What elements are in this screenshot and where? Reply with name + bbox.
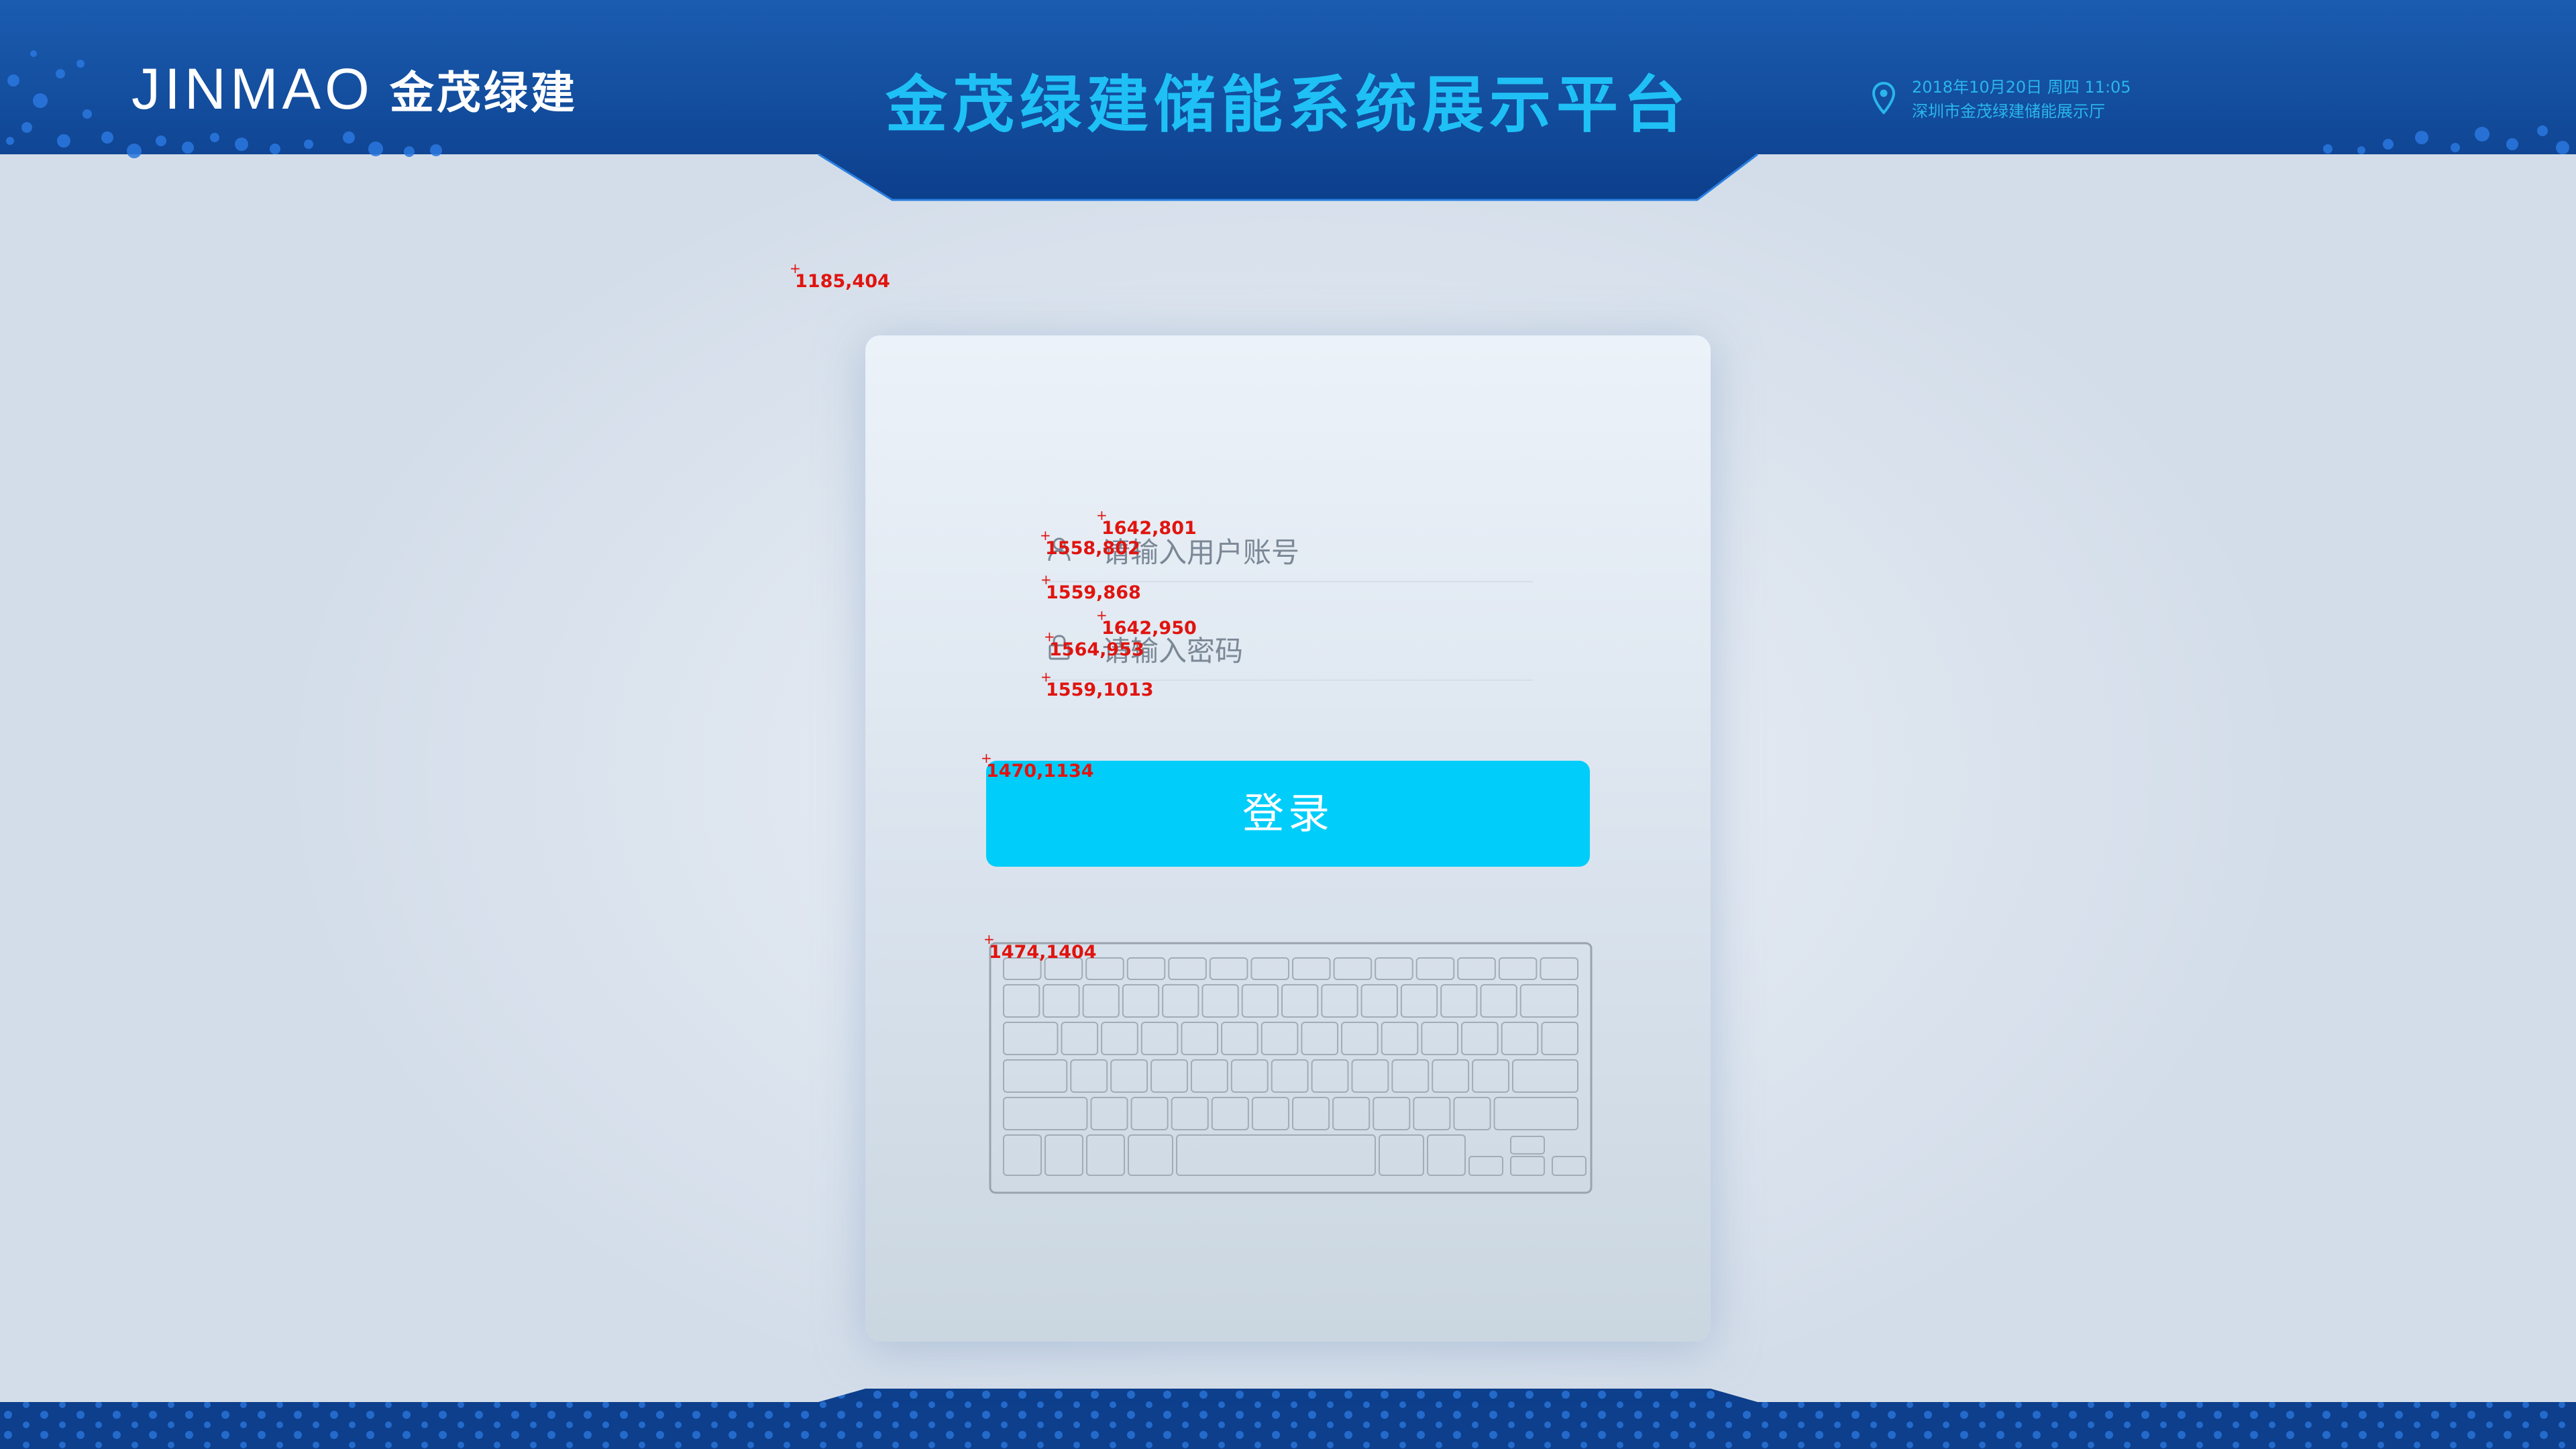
coordinate-annotation: 1558,802 [1040,527,1140,559]
keyboard-key [1373,1097,1411,1130]
keyboard-key [1432,1059,1470,1093]
keyboard-key [1311,1059,1349,1093]
keyboard-key [1271,1059,1309,1093]
logo-text-en: JINMAO [131,56,374,121]
keyboard-key [1540,957,1579,980]
keyboard-key [1171,1097,1209,1130]
keyboard-key [1140,1022,1179,1055]
keyboard-key [1415,957,1455,980]
logo-text-cn: 金茂绿建 [389,66,578,119]
keyboard-key [1003,1022,1059,1055]
keyboard-key [1519,984,1579,1018]
jinmao-logo: JINMAO 金茂绿建 [131,52,578,126]
coordinate-annotation: 1642,801 [1096,507,1197,539]
keyboard-key [1440,984,1478,1018]
keyboard-key [1427,1134,1466,1176]
keyboard-key [1301,1022,1339,1055]
keyboard-key [1181,1022,1219,1055]
coordinate-annotation: 1474,1404 [983,931,1097,963]
keyboard-key [1510,1136,1545,1155]
coordinate-annotation: 1642,950 [1096,607,1197,639]
keyboard-key [1221,1022,1258,1055]
keyboard-key [1082,984,1120,1018]
keyboard-key [1176,1134,1376,1176]
keyboard-key [1400,984,1438,1018]
keyboard-key [1552,1156,1587,1176]
footer-bar [0,1389,2576,1449]
keyboard-key [1453,1097,1491,1130]
keyboard-key [1209,957,1248,980]
keyboard-key [1070,1059,1108,1093]
coordinate-annotation: 1185,404 [790,260,890,292]
keyboard-key [1168,957,1207,980]
keyboard-key [1190,1059,1228,1093]
coordinate-annotation: 1470,1134 [981,750,1094,782]
keyboard-frame [989,942,1593,1194]
keyboard-key [1360,984,1398,1018]
keyboard-key [1260,1022,1299,1055]
keyboard-key [1211,1097,1249,1130]
keyboard-key [1110,1059,1148,1093]
keyboard-key [1472,1059,1510,1093]
keyboard-key [1003,1134,1042,1176]
keyboard-key [1510,1156,1545,1176]
keyboard-key [1003,984,1040,1018]
location-text: 深圳市金茂绿建储能展示厅 [1912,102,2105,121]
keyboard-key [1375,957,1413,980]
keyboard-key [1381,1022,1419,1055]
keyboard-key [1251,1097,1289,1130]
keyboard-key [1461,1022,1499,1055]
on-screen-keyboard[interactable] [989,942,1593,1194]
keyboard-key [1061,1022,1099,1055]
keyboard-key [1421,1022,1459,1055]
keyboard-key [1391,1059,1430,1093]
keyboard-key [1351,1059,1389,1093]
keyboard-key [1501,1022,1539,1055]
coordinate-annotation: 1564,953 [1044,629,1144,660]
keyboard-key [1281,984,1319,1018]
keyboard-key [1292,1097,1330,1130]
keyboard-key [1201,984,1239,1018]
keyboard-key [1128,1134,1173,1176]
keyboard-key [1150,1059,1188,1093]
keyboard-key [1126,957,1166,980]
keyboard-key [1044,1134,1083,1176]
map-pin-icon [1872,82,1896,114]
keyboard-key [1003,1059,1068,1093]
keyboard-key [1379,1134,1424,1176]
keyboard-key [1003,1097,1088,1130]
keyboard-key [1086,1134,1125,1176]
keyboard-key [1292,957,1331,980]
header-bar: JINMAO 金茂绿建 金茂绿建储能系统展示平台 2018年10月20日 周四 … [0,0,2576,201]
keyboard-key [1512,1059,1579,1093]
keyboard-key [1250,957,1289,980]
keyboard-key [1541,1022,1579,1055]
keyboard-key [1122,984,1160,1018]
keyboard-key [1241,984,1279,1018]
coordinate-annotation: 1559,1013 [1040,669,1154,700]
keyboard-key [1230,1059,1269,1093]
keyboard-key [1101,1022,1138,1055]
keyboard-key [1493,1097,1579,1130]
keyboard-key [1413,1097,1451,1130]
keyboard-key [1321,984,1358,1018]
keyboard-key [1457,957,1496,980]
keyboard-key [1162,984,1199,1018]
coordinate-annotation: 1559,868 [1040,572,1141,603]
keyboard-key [1498,957,1538,980]
keyboard-key [1480,984,1517,1018]
page-title: 金茂绿建储能系统展示平台 [885,69,1690,141]
keyboard-key [1332,1097,1371,1130]
keyboard-key [1333,957,1373,980]
keyboard-key [1090,1097,1128,1130]
keyboard-key [1341,1022,1379,1055]
keyboard-key [1468,1156,1503,1176]
keyboard-key [1042,984,1080,1018]
datetime-text: 2018年10月20日 周四 11:05 [1912,78,2131,97]
keyboard-key [1130,1097,1169,1130]
